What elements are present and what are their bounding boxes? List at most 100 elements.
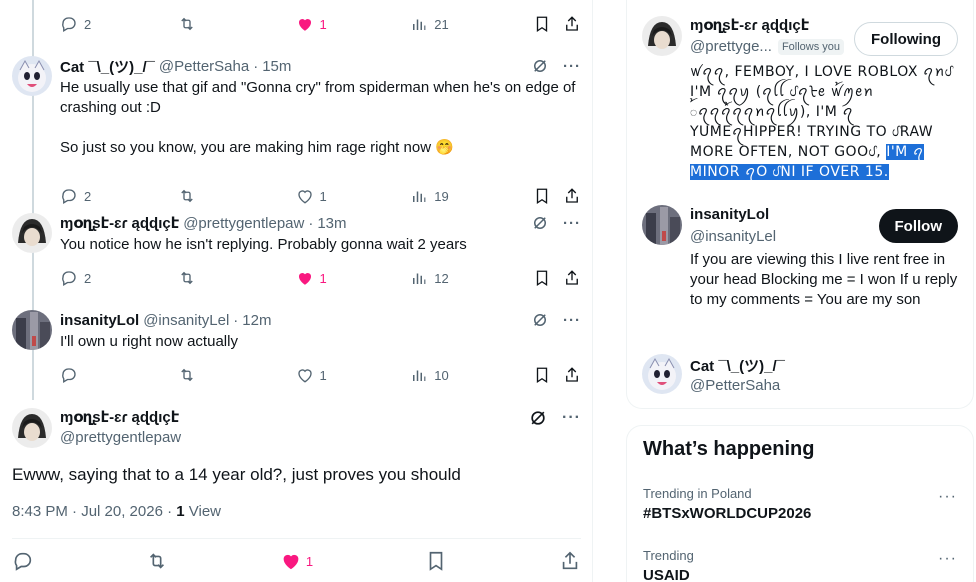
views-action[interactable]: 19 bbox=[410, 187, 533, 205]
user-handle[interactable]: @insanityLel bbox=[690, 228, 776, 245]
like-action[interactable]: 1 bbox=[296, 366, 411, 384]
avatar[interactable] bbox=[12, 408, 52, 448]
bookmark-share bbox=[533, 366, 581, 384]
like-action[interactable]: 1 bbox=[280, 550, 313, 572]
reply-action[interactable]: 2 bbox=[60, 187, 178, 205]
repost-icon bbox=[181, 271, 193, 285]
grok-icon[interactable] bbox=[531, 57, 549, 75]
bookmark-icon[interactable] bbox=[533, 187, 551, 205]
grok-icon[interactable] bbox=[531, 311, 549, 329]
tweet-datetime[interactable]: 8:43 PM · Jul 20, 2026 · bbox=[12, 503, 176, 520]
view-label: View bbox=[184, 503, 222, 520]
views-action[interactable]: 12 bbox=[410, 269, 533, 287]
user-handle[interactable]: @prettygentlepaw bbox=[183, 215, 304, 232]
reply-action[interactable]: 2 bbox=[60, 15, 178, 33]
like-count: 1 bbox=[319, 16, 327, 32]
share-icon[interactable] bbox=[563, 187, 581, 205]
avatar[interactable] bbox=[12, 213, 52, 253]
trend-item[interactable]: Trending in Poland #BTSxWORLDCUP2026 ··· bbox=[643, 486, 957, 522]
display-name[interactable]: insanityLol bbox=[60, 312, 139, 329]
user-handle[interactable]: @prettygentlepaw bbox=[60, 428, 181, 448]
display-name[interactable]: Cat ¯\_(ツ)_/¯ bbox=[60, 56, 155, 77]
more-options-icon[interactable]: ··· bbox=[938, 550, 957, 568]
share-icon[interactable] bbox=[563, 366, 581, 384]
action-bar: 2 1 21 bbox=[60, 14, 581, 34]
repost-action[interactable] bbox=[178, 366, 296, 384]
avatar[interactable] bbox=[12, 56, 52, 96]
more-options-icon[interactable]: ··· bbox=[562, 409, 581, 427]
following-button[interactable]: Following bbox=[854, 22, 958, 56]
reply-count: 2 bbox=[84, 16, 92, 32]
timestamp[interactable]: 13m bbox=[317, 215, 346, 232]
grok-icon[interactable] bbox=[528, 408, 548, 428]
anime-avatar-image bbox=[12, 408, 52, 448]
user-bio: ꪝꪖꪖ, FEMBOY, I LOVE ROBLOX ꪖꪀᦔ I'M ꪖꪖꪗ (… bbox=[690, 62, 958, 182]
reply-action[interactable] bbox=[60, 366, 178, 384]
trend-topic: USAID bbox=[643, 567, 690, 582]
conversation-column: 2 1 21 Cat ¯\_(ツ)_/¯ @PetterSaha · 15m ·… bbox=[0, 0, 593, 582]
repost-icon[interactable] bbox=[146, 550, 168, 572]
user-handle[interactable]: @prettyge... bbox=[690, 38, 772, 55]
avatar[interactable] bbox=[12, 310, 52, 350]
like-count: 1 bbox=[319, 188, 327, 204]
reply-count: 2 bbox=[84, 188, 92, 204]
heart-filled-icon bbox=[283, 554, 299, 570]
reply-icon[interactable] bbox=[12, 550, 34, 572]
whats-happening-card: What’s happening Trending in Poland #BTS… bbox=[626, 425, 974, 582]
user-handle[interactable]: @PetterSaha bbox=[690, 377, 780, 394]
timestamp[interactable]: 15m bbox=[262, 58, 291, 75]
more-options-icon[interactable]: ··· bbox=[938, 488, 957, 506]
display-name[interactable]: ɱօղʂէ‑ɛɾ ąɖɖıçէ bbox=[60, 214, 179, 232]
more-options-icon[interactable]: ··· bbox=[563, 58, 581, 75]
avatar[interactable] bbox=[642, 16, 682, 56]
more-options-icon[interactable]: ··· bbox=[563, 312, 581, 329]
reply-action[interactable]: 2 bbox=[60, 269, 178, 287]
timestamp[interactable]: 12m bbox=[242, 312, 271, 329]
section-title: What’s happening bbox=[643, 438, 815, 460]
heart-icon bbox=[297, 190, 312, 204]
repost-action[interactable] bbox=[178, 187, 296, 205]
tweet-header: insanityLol @insanityLel · 12m ··· bbox=[60, 310, 581, 330]
view-count: 10 bbox=[434, 367, 449, 383]
user-name[interactable]: insanityLol bbox=[690, 206, 769, 223]
repost-action[interactable] bbox=[178, 15, 296, 33]
like-action[interactable]: 1 bbox=[296, 269, 411, 287]
user-handle[interactable]: @insanityLel bbox=[143, 312, 229, 329]
user-name[interactable]: Cat ¯\_(ツ)_/¯ bbox=[690, 355, 785, 376]
bookmark-icon[interactable] bbox=[533, 15, 551, 33]
display-name[interactable]: ɱօղʂէ‑ɛɾ ąɖɖıçէ bbox=[60, 408, 181, 428]
follow-button[interactable]: Follow bbox=[878, 209, 958, 243]
like-action[interactable]: 1 bbox=[296, 187, 411, 205]
trend-category: Trending in Poland bbox=[643, 486, 752, 501]
grok-icon[interactable] bbox=[531, 214, 549, 232]
repost-action[interactable] bbox=[178, 269, 296, 287]
share-icon[interactable] bbox=[559, 550, 581, 572]
cat-avatar-image bbox=[642, 354, 682, 394]
divider bbox=[12, 538, 581, 539]
reply-icon bbox=[62, 271, 76, 286]
more-options-icon[interactable]: ··· bbox=[563, 215, 581, 232]
views-action[interactable]: 10 bbox=[410, 366, 533, 384]
bookmark-icon[interactable] bbox=[533, 269, 551, 287]
share-icon[interactable] bbox=[563, 269, 581, 287]
view-count: 19 bbox=[434, 188, 449, 204]
tweet-header: ɱօղʂէ‑ɛɾ ąɖɖıçէ @prettygentlepaw · 13m ·… bbox=[60, 213, 581, 233]
views-action[interactable]: 21 bbox=[410, 15, 533, 33]
avatar[interactable] bbox=[642, 205, 682, 245]
view-count: 12 bbox=[434, 270, 449, 286]
like-action[interactable]: 1 bbox=[296, 15, 411, 33]
bookmark-icon[interactable] bbox=[425, 550, 447, 572]
bookmark-icon[interactable] bbox=[533, 366, 551, 384]
heart-filled-icon bbox=[298, 272, 311, 285]
avatar[interactable] bbox=[642, 354, 682, 394]
user-handle[interactable]: @PetterSaha bbox=[159, 58, 249, 75]
repost-icon bbox=[181, 17, 193, 31]
focal-action-bar: 1 bbox=[12, 550, 581, 572]
views-icon bbox=[413, 370, 426, 381]
anime-avatar-image bbox=[642, 16, 682, 56]
user-name[interactable]: ɱօղʂէ‑ɛɾ ąɖɖıçէ bbox=[690, 16, 809, 34]
trend-item[interactable]: Trending USAID ··· bbox=[643, 548, 957, 582]
share-icon[interactable] bbox=[563, 15, 581, 33]
bookmark-share bbox=[533, 15, 581, 33]
cat-avatar-image bbox=[12, 56, 52, 96]
